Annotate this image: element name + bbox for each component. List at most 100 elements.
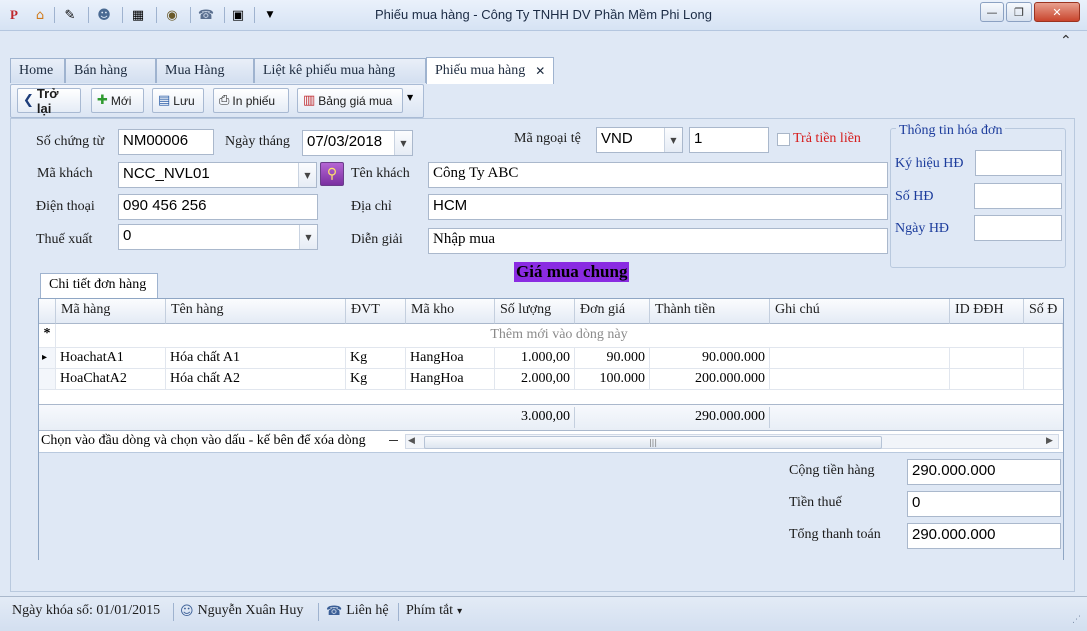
status-separator [173,603,174,621]
print-button[interactable]: ⎙ In phiếu [213,88,289,113]
tax-rate-select[interactable]: 0 ▼ [118,224,318,250]
column-header-note[interactable]: Ghi chú [770,299,950,324]
cell-item-name[interactable]: Hóa chất A2 [166,369,346,390]
customer-name-field[interactable]: Công Ty ABC [428,162,888,188]
cell-amount[interactable]: 90.000.000 [650,348,770,369]
cell-note[interactable] [770,348,950,369]
description-label: Diễn giải [351,232,403,247]
column-header-warehouse[interactable]: Mã kho [406,299,495,324]
currency-select[interactable]: VND ▼ [596,127,683,153]
date-field[interactable]: 07/03/2018 ▼ [302,130,413,156]
shortcuts-menu[interactable]: Phím tắt ▾ [406,603,462,619]
back-button[interactable]: ❮ Trở lại [17,86,81,116]
address-field[interactable]: HCM [428,194,888,220]
cell-unit[interactable]: Kg [346,348,406,369]
invoice-number-field[interactable] [974,183,1062,209]
minimize-button[interactable]: — [980,2,1004,22]
price-list-button[interactable]: ▥ Bảng giá mua [297,88,403,113]
cell-unit-price[interactable]: 90.000 [575,348,650,369]
save-button[interactable]: ▤ Lưu [152,88,204,113]
tab-sales[interactable]: Bán hàng [65,58,156,83]
column-header-item-code[interactable]: Mã hàng [56,299,166,324]
phone-field[interactable]: 090 456 256 [118,194,318,220]
customer-search-icon[interactable]: ⚲ [320,162,344,186]
column-header-quantity[interactable]: Số lượng [495,299,575,324]
subtotal-field[interactable]: 290.000.000 [907,459,1061,485]
cell-warehouse[interactable]: HangHoa [406,369,495,390]
lock-date-text: Ngày khóa sổ: 01/01/2015 [12,603,161,618]
customer-code-dropdown-icon[interactable]: ▼ [298,163,316,187]
price-banner: Giá mua chung [514,262,630,282]
new-button[interactable]: ✚ Mới [91,88,144,113]
close-button[interactable]: ✕ [1034,2,1080,22]
invoice-number-label: Số HĐ [895,189,934,204]
invoice-date-label: Ngày HĐ [895,221,950,236]
tab-purchase-list[interactable]: Liệt kê phiếu mua hàng [254,58,426,83]
column-header-order-id[interactable]: ID ĐĐH [950,299,1024,324]
column-header-order-no[interactable]: Số Đ [1024,299,1063,324]
chevron-down-icon: ▾ [457,605,463,617]
toolbar-overflow-icon[interactable]: ▼ [407,93,413,102]
cell-order-no[interactable] [1024,369,1063,390]
row-indicator[interactable] [39,369,56,390]
invoice-date-field[interactable] [974,215,1062,241]
pay-now-checkbox[interactable] [777,133,790,146]
invoice-group-title: Thông tin hóa đơn [896,123,1006,139]
invoice-symbol-label: Ký hiệu HĐ [895,156,964,171]
cell-unit[interactable]: Kg [346,369,406,390]
cell-item-code[interactable]: HoachatA1 [56,348,166,369]
current-row-marker[interactable]: ▸ [39,348,56,369]
invoice-symbol-field[interactable] [975,150,1062,176]
column-header-amount[interactable]: Thành tiền [650,299,770,324]
cell-order-no[interactable] [1024,348,1063,369]
new-row-placeholder[interactable]: Thêm mới vào dòng này [56,324,1063,348]
scroll-thumb[interactable]: ||| [424,436,882,449]
resize-grip-icon[interactable]: ⋰ [1072,615,1081,625]
collapse-ribbon-icon[interactable]: ⌃ [1060,33,1072,49]
user-icon: ☺ [180,603,194,619]
voucher-no-label: Số chứng từ [36,134,105,149]
totals-area: Cộng tiền hàng 290.000.000 Tiền thuế 0 T… [39,452,1063,560]
cell-quantity[interactable]: 1.000,00 [495,348,575,369]
collapse-icon[interactable] [389,440,398,441]
total-payment-field[interactable]: 290.000.000 [907,523,1061,549]
scroll-left-icon[interactable]: ◀ [408,436,415,446]
tab-purchase-voucher[interactable]: Phiếu mua hàng ✕ [426,57,554,84]
column-header-unit[interactable]: ĐVT [346,299,406,324]
scroll-right-icon[interactable]: ▶ [1046,436,1053,446]
voucher-no-field[interactable]: NM00006 [118,129,214,155]
currency-dropdown-icon[interactable]: ▼ [664,128,682,152]
cell-order-id[interactable] [950,369,1024,390]
contact-status[interactable]: ☎ Liên hệ [326,603,389,619]
customer-code-select[interactable]: NCC_NVL01 ▼ [118,162,317,188]
tab-home[interactable]: Home [10,58,65,83]
restore-button[interactable]: ❐ [1006,2,1032,22]
printer-icon: ⎙ [219,93,230,108]
column-header-unit-price[interactable]: Đơn giá [575,299,650,324]
cell-note[interactable] [770,369,950,390]
close-tab-icon[interactable]: ✕ [535,64,545,78]
tax-amount-label: Tiền thuế [789,495,842,510]
tab-label: Home [19,63,54,78]
cell-order-id[interactable] [950,348,1024,369]
description-field[interactable]: Nhập mua [428,228,888,254]
phone-label: Điện thoại [36,199,95,214]
date-dropdown-icon[interactable]: ▼ [394,131,412,155]
horizontal-scrollbar[interactable]: ◀ ||| ▶ [405,434,1059,449]
exchange-rate-field[interactable]: 1 [689,127,769,153]
new-row-marker[interactable]: * [39,324,56,348]
tax-amount-field[interactable]: 0 [907,491,1061,517]
tab-purchase[interactable]: Mua Hàng [156,58,254,83]
tax-rate-dropdown-icon[interactable]: ▼ [299,225,317,249]
customer-code-value: NCC_NVL01 [123,165,210,182]
cell-item-name[interactable]: Hóa chất A1 [166,348,346,369]
cell-quantity[interactable]: 2.000,00 [495,369,575,390]
cell-warehouse[interactable]: HangHoa [406,348,495,369]
cell-amount[interactable]: 200.000.000 [650,369,770,390]
column-header-item-name[interactable]: Tên hàng [166,299,346,324]
user-status[interactable]: ☺ Nguyễn Xuân Huy [180,603,303,619]
cell-unit-price[interactable]: 100.000 [575,369,650,390]
tab-order-details[interactable]: Chi tiết đơn hàng [40,273,158,298]
cell-item-code[interactable]: HoaChatA2 [56,369,166,390]
ribbon-collapse-row: ⌃ [0,31,1087,55]
